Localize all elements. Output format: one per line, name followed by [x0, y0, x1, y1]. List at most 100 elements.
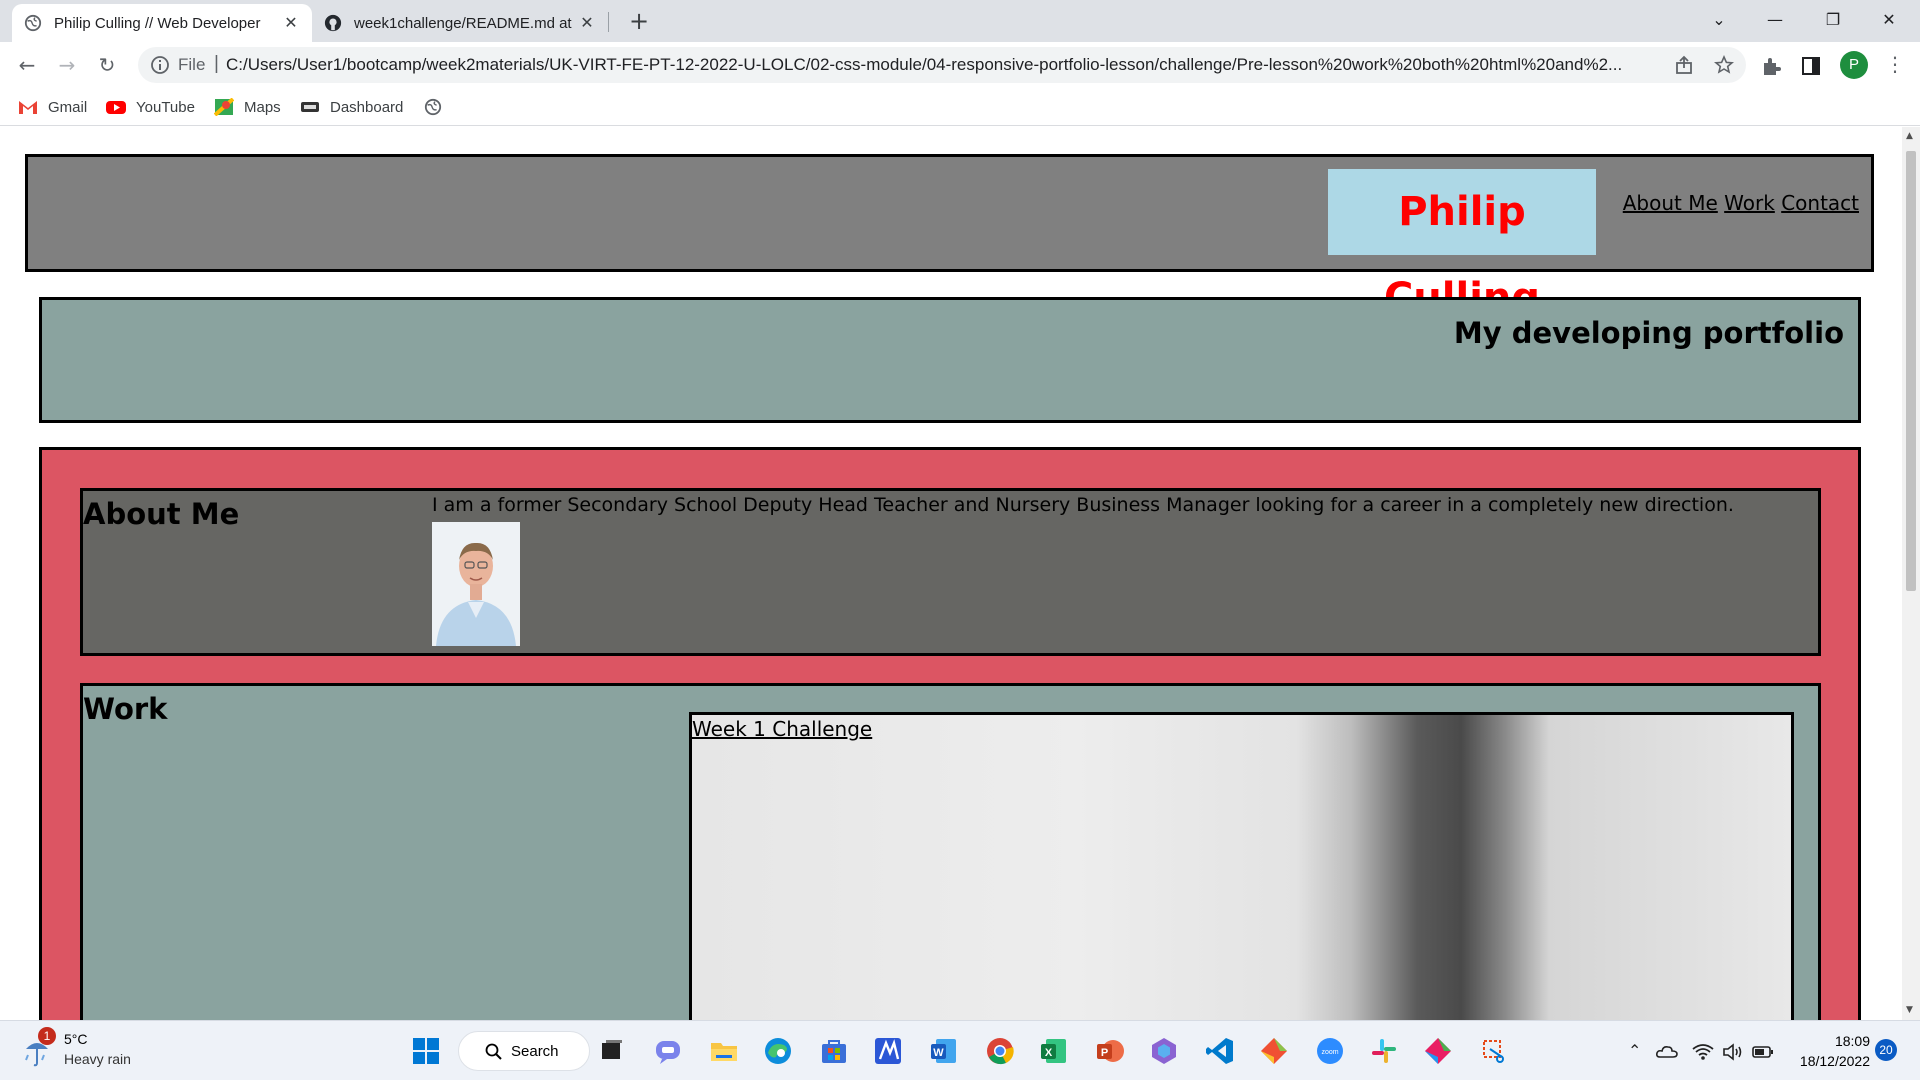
start-icon[interactable] — [410, 1035, 442, 1067]
side-panel-icon[interactable] — [1800, 55, 1822, 77]
bookmark-label: Gmail — [48, 98, 88, 116]
close-tab-icon[interactable]: ✕ — [578, 13, 596, 33]
math-app-icon[interactable] — [872, 1035, 904, 1067]
store-icon[interactable] — [818, 1035, 850, 1067]
nav-contact[interactable]: Contact — [1781, 191, 1859, 215]
copilot-icon[interactable] — [1148, 1035, 1180, 1067]
snipping-tool-icon[interactable] — [1478, 1035, 1510, 1067]
scrollbar-thumb[interactable] — [1906, 151, 1916, 591]
close-tab-icon[interactable]: ✕ — [282, 13, 300, 33]
extensions-icon[interactable] — [1760, 55, 1782, 77]
hero-heading: My developing portfolio — [1453, 316, 1844, 350]
bookmark-gmail[interactable]: Gmail — [18, 96, 87, 118]
battery-icon[interactable] — [1752, 1045, 1774, 1059]
forward-button[interactable]: → — [52, 50, 82, 80]
bookmark-youtube[interactable]: YouTube — [106, 96, 195, 118]
bookmark-maps[interactable]: Maps — [214, 96, 281, 118]
site-brand: Philip Culling — [1328, 169, 1596, 321]
main-content: About Me I am a former Secondary School … — [39, 447, 1861, 1020]
menu-icon[interactable]: ⋮ — [1885, 52, 1905, 76]
tab-readme[interactable]: week1challenge/README.md at ✕ — [312, 4, 608, 42]
scroll-down-icon[interactable]: ▼ — [1906, 1005, 1913, 1015]
bookmarks-bar: Gmail YouTube Maps Dashboard — [0, 88, 1920, 126]
volume-icon[interactable] — [1722, 1043, 1744, 1061]
tab-search-icon[interactable]: ⌄ — [1696, 0, 1742, 40]
windows-taskbar: 1 5°C Heavy rain Search W X P zoom ⌃ 18:… — [0, 1020, 1920, 1080]
wifi-icon[interactable] — [1692, 1043, 1714, 1061]
page-scrollbar[interactable]: ▲ ▼ — [1902, 127, 1920, 1020]
share-icon[interactable] — [1674, 55, 1694, 75]
bookmark-label: YouTube — [136, 98, 195, 116]
work-section: Work Week 1 Challenge — [80, 683, 1821, 1020]
weather-badge: 1 — [38, 1027, 56, 1045]
chrome-icon[interactable] — [984, 1035, 1016, 1067]
address-bar[interactable]: File | C:/Users/User1/bootcamp/week2mate… — [138, 47, 1746, 83]
weather-condition: Heavy rain — [64, 1051, 131, 1067]
file-explorer-icon[interactable] — [708, 1035, 740, 1067]
work-heading: Work — [83, 692, 168, 726]
info-icon[interactable] — [150, 55, 170, 75]
site-header: Philip Culling About Me Work Contact — [25, 154, 1874, 321]
svg-text:X: X — [1045, 1047, 1053, 1059]
weather-temp: 5°C — [64, 1031, 88, 1047]
tab-portfolio[interactable]: Philip Culling // Web Developer ✕ — [12, 4, 312, 42]
project-card[interactable]: Week 1 Challenge — [689, 712, 1794, 1020]
dashboard-icon — [301, 102, 319, 112]
close-window-button[interactable]: ✕ — [1866, 0, 1912, 40]
about-section: About Me I am a former Secondary School … — [80, 488, 1821, 656]
tab-title: Philip Culling // Web Developer — [54, 14, 261, 32]
restore-button[interactable]: ❐ — [1810, 0, 1856, 40]
taskbar-search[interactable]: Search — [458, 1031, 590, 1071]
task-view-icon[interactable] — [596, 1035, 628, 1067]
search-label: Search — [511, 1043, 559, 1060]
onedrive-icon[interactable] — [1656, 1043, 1678, 1059]
minimize-button[interactable]: — — [1752, 0, 1798, 40]
bookmark-label: Maps — [244, 98, 281, 116]
system-clock[interactable]: 18:09 18/12/2022 — [1790, 1031, 1870, 1071]
weather-widget[interactable]: 1 5°C Heavy rain — [20, 1027, 160, 1073]
back-button[interactable]: ← — [12, 50, 42, 80]
browser-toolbar: ← → ↻ File | C:/Users/User1/bootcamp/wee… — [0, 42, 1920, 88]
search-icon — [485, 1043, 502, 1060]
zoom-icon[interactable]: zoom — [1314, 1035, 1346, 1067]
bookmark-dashboard[interactable]: Dashboard — [300, 96, 403, 118]
show-hidden-icons[interactable]: ⌃ — [1628, 1041, 1641, 1061]
bookmark-star-icon[interactable] — [1714, 55, 1734, 75]
project-link[interactable]: Week 1 Challenge — [692, 717, 872, 741]
svg-text:P: P — [1101, 1047, 1108, 1059]
profile-avatar[interactable]: P — [1840, 51, 1868, 79]
slack-icon[interactable] — [1368, 1035, 1400, 1067]
excel-icon[interactable]: X — [1038, 1035, 1070, 1067]
nav-work[interactable]: Work — [1724, 191, 1775, 215]
hero-banner: My developing portfolio — [39, 297, 1861, 423]
globe-icon — [24, 14, 42, 32]
tab-strip: Philip Culling // Web Developer ✕ week1c… — [0, 0, 1920, 42]
globe-icon[interactable] — [424, 98, 442, 116]
site-nav: About Me Work Contact — [1623, 191, 1859, 215]
gmail-icon — [19, 101, 37, 114]
gitkraken-alt-icon[interactable] — [1422, 1035, 1454, 1067]
word-icon[interactable]: W — [928, 1035, 960, 1067]
teams-chat-icon[interactable] — [652, 1035, 684, 1067]
vscode-icon[interactable] — [1204, 1035, 1236, 1067]
gitkraken-icon[interactable] — [1258, 1035, 1290, 1067]
bookmark-label: Dashboard — [330, 98, 404, 116]
profile-photo — [432, 522, 520, 646]
clock-date: 18/12/2022 — [1799, 1053, 1870, 1069]
svg-text:W: W — [933, 1047, 944, 1059]
notification-badge[interactable]: 20 — [1875, 1039, 1897, 1061]
powerpoint-icon[interactable]: P — [1094, 1035, 1126, 1067]
about-text: I am a former Secondary School Deputy He… — [432, 494, 1734, 516]
edge-icon[interactable] — [762, 1035, 794, 1067]
scroll-up-icon[interactable]: ▲ — [1906, 131, 1913, 141]
tab-separator — [608, 12, 609, 32]
clock-time: 18:09 — [1834, 1033, 1870, 1049]
maps-icon — [214, 98, 234, 116]
scheme-divider: | — [214, 53, 219, 74]
url-text[interactable]: C:/Users/User1/bootcamp/week2materials/U… — [226, 55, 1656, 75]
tab-title: week1challenge/README.md at — [354, 14, 572, 32]
nav-about-me[interactable]: About Me — [1623, 191, 1718, 215]
about-heading: About Me — [83, 497, 240, 531]
reload-button[interactable]: ↻ — [92, 50, 122, 80]
new-tab-button[interactable]: + — [625, 8, 653, 36]
